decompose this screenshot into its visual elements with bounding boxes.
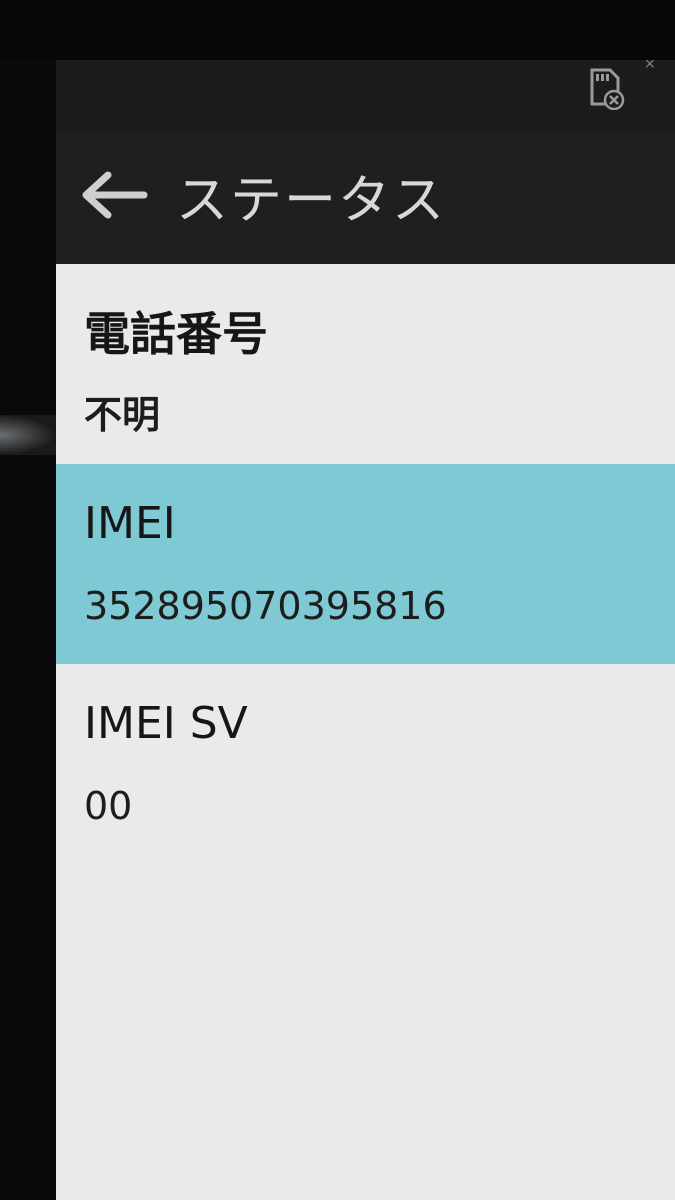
item-title: IMEI (84, 498, 176, 549)
status-list: 電話番号 不明 IMEI 352895070395816 IMEI SV 00 (56, 264, 675, 864)
back-button[interactable] (74, 160, 152, 230)
device-screen: × ステータス 電話番号 不明 IMEI 352895070395816 IME… (56, 60, 675, 1200)
page-title: ステータス (176, 171, 447, 231)
list-item-imei[interactable]: IMEI 352895070395816 (56, 464, 675, 664)
device-bezel (0, 0, 675, 60)
arrow-left-icon (82, 171, 148, 219)
close-icon[interactable]: × (644, 60, 656, 72)
status-bar: × (56, 60, 675, 130)
item-value: 不明 (84, 393, 161, 437)
item-value: 352895070395816 (84, 584, 447, 628)
item-title: IMEI SV (84, 698, 248, 749)
bezel-glare (0, 415, 56, 455)
action-bar: ステータス (56, 130, 675, 264)
item-value: 00 (84, 784, 133, 828)
list-item-phone-number[interactable]: 電話番号 不明 (56, 264, 675, 464)
item-title: 電話番号 (84, 307, 268, 361)
sd-card-error-icon (586, 66, 630, 111)
list-item-imei-sv[interactable]: IMEI SV 00 (56, 664, 675, 864)
